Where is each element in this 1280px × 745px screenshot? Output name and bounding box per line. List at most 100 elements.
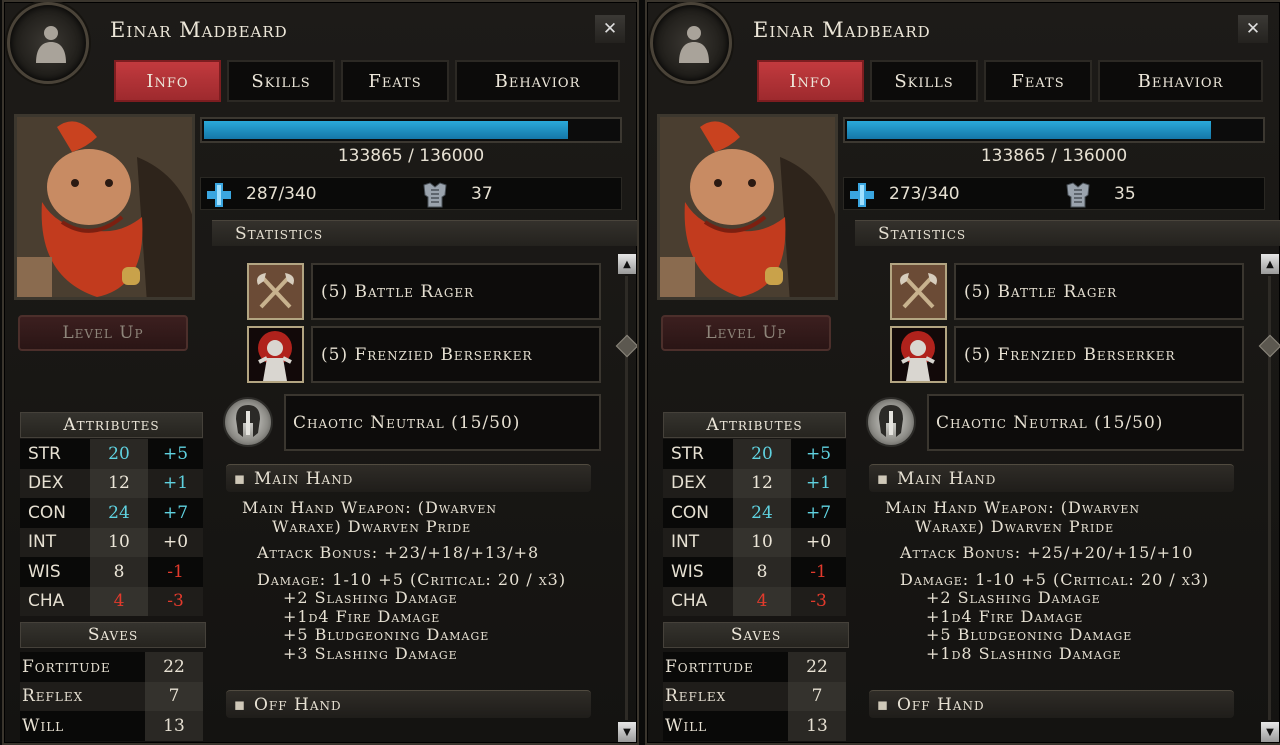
attribute-mod: -1 [791,557,846,587]
attributes-table: STR 20 +5 DEX 12 +1 CON 24 +7 INT 10 +0 WIS 8 -1 CHA 4 -3 [663,439,846,616]
scroll-thumb[interactable] [1258,334,1280,358]
statistics-header: Statistics [212,220,637,246]
save-row-will: Will 13 [20,711,203,741]
attribute-value: 8 [733,557,791,587]
alignment-row[interactable]: Chaotic Neutral (15/50) [864,394,1244,451]
class-row-frenzied-berserker[interactable]: (5) Frenzied Berserker [247,326,601,383]
class-label: (5) Frenzied Berserker [311,326,601,383]
character-silhouette-icon [679,26,709,63]
attribute-value: 8 [90,557,148,587]
attribute-mod: +7 [148,498,203,528]
tab-bar: Info Skills Feats Behavior [757,60,1263,102]
save-name: Will [20,711,145,741]
tab-skills[interactable]: Skills [227,60,335,102]
character-silhouette-icon [36,26,66,63]
armor-chest-icon [423,182,447,208]
statistics-scrollbar[interactable]: ▲ ▼ [1258,254,1280,742]
scroll-up-arrow-icon[interactable]: ▲ [1261,254,1279,274]
scroll-down-arrow-icon[interactable]: ▼ [618,722,636,742]
tab-info[interactable]: Info [114,60,221,102]
damage-line: +5 Bludgeoning Damage [283,625,490,644]
scroll-up-arrow-icon[interactable]: ▲ [618,254,636,274]
level-up-button[interactable]: Level Up [18,315,188,351]
character-emblem [650,2,732,84]
attribute-value: 20 [733,439,791,469]
vitals-row: 287/340 37 [200,177,622,210]
damage-line: +3 Slashing Damage [283,643,458,663]
off-hand-label: Off Hand [897,694,985,715]
experience-bar [843,117,1265,143]
tab-feats[interactable]: Feats [341,60,449,102]
character-portrait [657,114,838,300]
saves-table: Fortitude 22 Reflex 7 Will 13 [20,652,203,741]
close-button[interactable]: ✕ [595,15,625,43]
main-hand-header[interactable]: ▪ Main Hand [869,464,1234,492]
main-hand-details: Main Hand Weapon: (Dwarven Waraxe) Dwarv… [226,498,616,663]
attribute-row-con: CON 24 +7 [20,498,203,528]
tab-feats[interactable]: Feats [984,60,1092,102]
save-name: Reflex [663,681,788,711]
attribute-row-int: INT 10 +0 [20,527,203,557]
attributes-table: STR 20 +5 DEX 12 +1 CON 24 +7 INT 10 +0 WIS 8 -1 CHA 4 -3 [20,439,203,616]
damage-line: +1d4 Fire Damage [926,606,1084,626]
attribute-name: CON [663,498,733,528]
attribute-name: CON [20,498,90,528]
character-sheet-panel-right: Einar Madbeard ✕ Info Skills Feats Behav… [645,0,1280,745]
attribute-mod: +0 [148,527,203,557]
scroll-thumb[interactable] [615,334,637,358]
class-row-battle-rager[interactable]: (5) Battle Rager [890,263,1244,320]
alignment-helm-icon [223,397,273,447]
attribute-mod: +0 [791,527,846,557]
attribute-value: 10 [733,527,791,557]
health-cross-icon [850,183,874,207]
character-portrait [14,114,195,300]
weapon-name-line1: Main Hand Weapon: (Dwarven [885,498,1141,517]
character-name: Einar Madbeard [753,18,931,42]
alignment-label: Chaotic Neutral (15/50) [927,394,1244,451]
attributes-rows: STR 20 +5 DEX 12 +1 CON 24 +7 INT 10 +0 WIS 8 -1 CHA 4 -3 [663,439,846,616]
alignment-row[interactable]: Chaotic Neutral (15/50) [221,394,601,451]
attribute-mod: -1 [148,557,203,587]
damage-line: +2 Slashing Damage [283,588,458,607]
attribute-name: DEX [663,468,733,498]
attribute-mod: -3 [148,586,203,616]
close-button[interactable]: ✕ [1238,15,1268,43]
attribute-row-int: INT 10 +0 [663,527,846,557]
class-row-frenzied-berserker[interactable]: (5) Frenzied Berserker [890,326,1244,383]
tab-behavior[interactable]: Behavior [455,60,620,102]
damage-line: +1d8 Slashing Damage [926,643,1122,663]
experience-bar-fill [847,121,1211,139]
off-hand-header[interactable]: ▪ Off Hand [226,690,591,718]
attribute-name: WIS [20,557,90,587]
attribute-value: 10 [90,527,148,557]
main-hand-header[interactable]: ▪ Main Hand [226,464,591,492]
off-hand-header[interactable]: ▪ Off Hand [869,690,1234,718]
experience-text: 133865 / 136000 [337,146,485,166]
hit-points-value: 287/340 [246,184,317,204]
attribute-value: 24 [90,498,148,528]
attribute-value: 12 [90,468,148,498]
tab-skills[interactable]: Skills [870,60,978,102]
armor-class-value: 37 [471,184,493,204]
tab-behavior[interactable]: Behavior [1098,60,1263,102]
scroll-down-arrow-icon[interactable]: ▼ [1261,722,1279,742]
collapse-icon: ▪ [876,468,890,489]
saves-rows: Fortitude 22 Reflex 7 Will 13 [20,652,203,741]
class-label: (5) Frenzied Berserker [954,326,1244,383]
saves-table: Fortitude 22 Reflex 7 Will 13 [663,652,846,741]
damage-summary: Damage: 1-10 +5 (Critical: 20 / x3) [257,569,567,589]
collapse-icon: ▪ [233,694,247,715]
attribute-mod: +5 [791,439,846,469]
class-row-battle-rager[interactable]: (5) Battle Rager [247,263,601,320]
save-name: Fortitude [663,652,788,682]
save-value: 13 [788,711,846,741]
tab-info[interactable]: Info [757,60,864,102]
off-hand-label: Off Hand [254,694,342,715]
attribute-row-cha: CHA 4 -3 [663,586,846,616]
collapse-icon: ▪ [876,694,890,715]
attribute-name: INT [663,527,733,557]
statistics-scrollbar[interactable]: ▲ ▼ [615,254,637,742]
level-up-button[interactable]: Level Up [661,315,831,351]
vitals-row: 273/340 35 [843,177,1265,210]
attribute-mod: +5 [148,439,203,469]
